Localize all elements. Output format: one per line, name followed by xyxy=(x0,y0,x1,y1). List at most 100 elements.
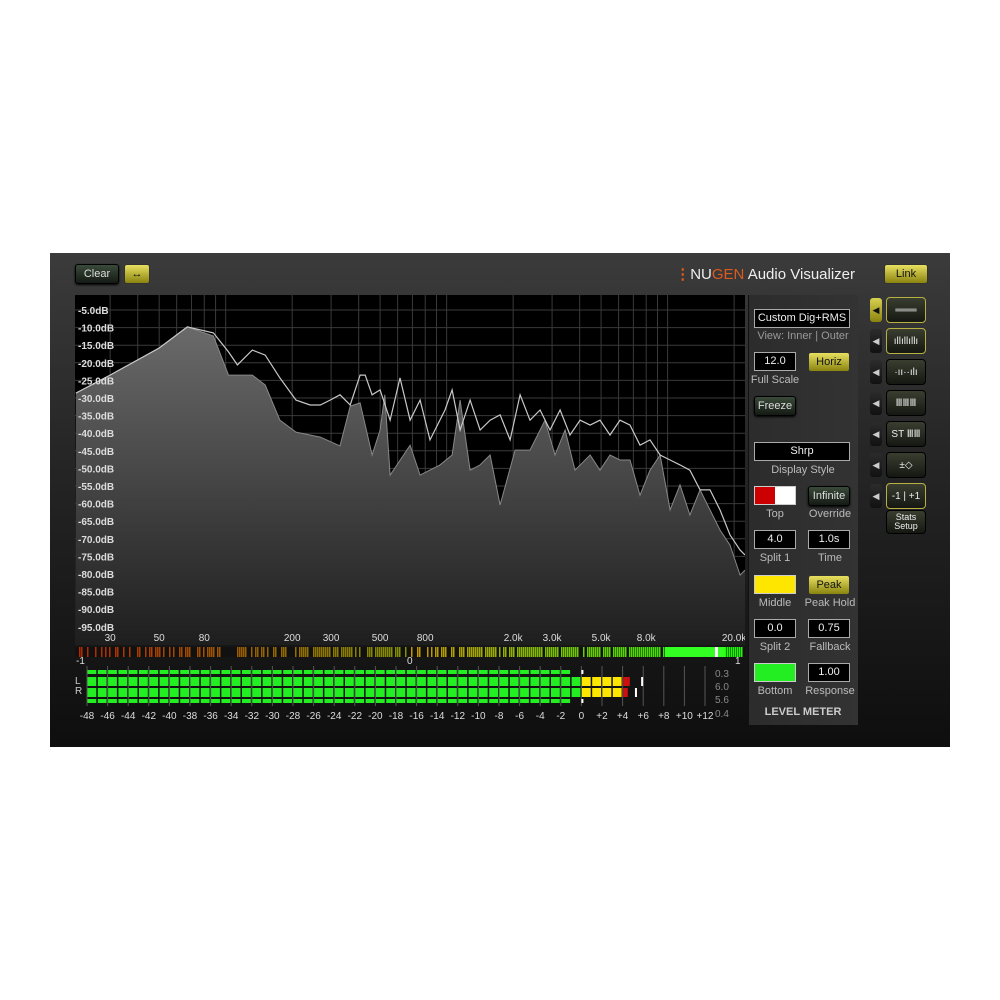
infinite-button[interactable]: Infinite xyxy=(808,486,850,506)
correlation-stripe xyxy=(595,647,597,657)
correlation-stripe xyxy=(635,647,637,657)
correlation-stripe xyxy=(493,647,495,657)
mode-select-arrow[interactable]: ◀ xyxy=(870,329,882,353)
rms-segment-l xyxy=(118,670,128,674)
fallback-label: Fallback xyxy=(809,641,851,653)
full-scale-field[interactable]: 12.0 xyxy=(754,352,796,371)
split2-field[interactable]: 0.0 xyxy=(754,619,796,638)
level-segment-l xyxy=(396,677,406,686)
split1-field[interactable]: 4.0 xyxy=(754,530,796,549)
display-style-label: Display Style xyxy=(771,464,835,476)
mode-select-arrow[interactable]: ◀ xyxy=(870,422,882,446)
correlation-stripe xyxy=(273,647,275,657)
peak-button[interactable]: Peak xyxy=(808,575,850,595)
middle-color-swatch[interactable] xyxy=(754,575,796,594)
mode-select-arrow[interactable]: ◀ xyxy=(870,298,882,322)
rms-segment-l xyxy=(211,670,220,674)
mode-button[interactable]: ⅢⅢⅢ xyxy=(886,390,926,416)
rms-segment-l xyxy=(375,670,385,674)
correlation-stripe xyxy=(115,647,117,657)
correlation-stripe xyxy=(639,647,641,657)
time-field[interactable]: 1.0s xyxy=(808,530,850,549)
mode-button[interactable]: ·ıı··ılı xyxy=(886,359,926,385)
spectrum-plot[interactable]: -5.0dB -10.0dB -15.0dB -20.0dB -25.0dB -30.0d… xyxy=(70,295,747,645)
correlation-stripe xyxy=(531,647,533,657)
level-segment-r xyxy=(623,688,628,697)
correlation-stripe xyxy=(369,647,371,657)
mode-select-arrow[interactable]: ◀ xyxy=(870,360,882,384)
correlation-stripe xyxy=(491,647,493,657)
correlation-stripe xyxy=(571,647,573,657)
stats-setup-button[interactable]: Stats Setup xyxy=(886,510,926,534)
correlation-stripe xyxy=(621,647,623,657)
swap-arrows-button[interactable]: ↔ xyxy=(124,264,150,284)
level-segment-l xyxy=(427,677,437,686)
y-tick-label: -85.0dB xyxy=(78,588,114,599)
mode-button[interactable]: ±◇ xyxy=(886,452,926,478)
correlation-stripe xyxy=(381,647,383,657)
mode-button[interactable]: ST ⅢⅢ xyxy=(886,421,926,447)
override-label: Override xyxy=(808,508,852,520)
correlation-stripe xyxy=(487,647,489,657)
correlation-stripe xyxy=(537,647,539,657)
y-tick-label: -65.0dB xyxy=(78,517,114,528)
rms-segment-l xyxy=(551,670,560,674)
level-segment-l xyxy=(97,677,107,686)
correlation-icon: -1 | +1 xyxy=(891,490,921,502)
x-tick-label: 500 xyxy=(372,633,389,644)
correlation-stripe xyxy=(395,647,397,657)
preset-display[interactable]: Custom Dig+RMS xyxy=(754,309,850,328)
y-tick-label: -5.0dB xyxy=(78,306,109,317)
rms-segment-l xyxy=(252,670,262,674)
rms-segment-l xyxy=(509,670,519,674)
level-segment-r xyxy=(530,688,540,697)
level-segment-l xyxy=(231,677,241,686)
mode-select-arrow[interactable]: ◀ xyxy=(870,484,882,508)
link-button[interactable]: Link xyxy=(884,264,928,284)
level-segment-r xyxy=(386,688,395,697)
correlation-stripe xyxy=(453,647,455,657)
rms-segment-r xyxy=(314,699,323,703)
correlation-stripe xyxy=(345,647,347,657)
level-segment-l xyxy=(139,677,148,686)
level-segment-r xyxy=(242,688,251,697)
meter-scale-label: -38 xyxy=(182,711,198,722)
level-segment-r xyxy=(180,688,189,697)
mode-select-arrow[interactable]: ◀ xyxy=(870,391,882,415)
rms-segment-r xyxy=(221,699,231,703)
level-segment-l xyxy=(221,677,231,686)
correlation-stripe xyxy=(459,647,461,657)
mode-button[interactable]: ═══ xyxy=(886,297,926,323)
rms-segment-l xyxy=(334,670,344,674)
rms-segment-r xyxy=(118,699,128,703)
level-segment-l xyxy=(561,677,571,686)
level-segment-l xyxy=(406,677,416,686)
correlation-stripe xyxy=(441,647,443,657)
correlation-stripe xyxy=(517,647,519,657)
freeze-button[interactable]: Freeze xyxy=(754,396,796,416)
top-color-swatch[interactable] xyxy=(754,486,796,505)
x-tick-label: 800 xyxy=(417,633,434,644)
mode-button[interactable]: -1 | +1 xyxy=(886,483,926,509)
correlation-stripe xyxy=(347,647,349,657)
app-title: ⋮NUGEN Audio Visualizer xyxy=(675,265,855,283)
response-field[interactable]: 1.00 xyxy=(808,663,850,682)
fallback-field[interactable]: 0.75 xyxy=(808,619,850,638)
correlation-stripe xyxy=(349,647,351,657)
mode-button[interactable]: ıllıllıllı xyxy=(886,328,926,354)
rms-segment-r xyxy=(437,699,447,703)
bottom-color-swatch[interactable] xyxy=(754,663,796,682)
horiz-button[interactable]: Horiz xyxy=(808,352,850,372)
display-style-field[interactable]: Shrp xyxy=(754,442,850,461)
correlation-stripe xyxy=(467,647,469,657)
level-segment-r xyxy=(97,688,107,697)
split2-label: Split 2 xyxy=(759,641,791,653)
mode-select-arrow[interactable]: ◀ xyxy=(870,453,882,477)
correlation-stripe xyxy=(163,647,165,657)
rms-segment-r xyxy=(468,699,478,703)
y-tick-label: -90.0dB xyxy=(78,605,114,616)
meter-scale-label: +6 xyxy=(637,711,649,722)
clear-button[interactable]: Clear xyxy=(75,264,119,284)
rms-segment-r xyxy=(262,699,272,703)
level-segment-l xyxy=(468,677,478,686)
